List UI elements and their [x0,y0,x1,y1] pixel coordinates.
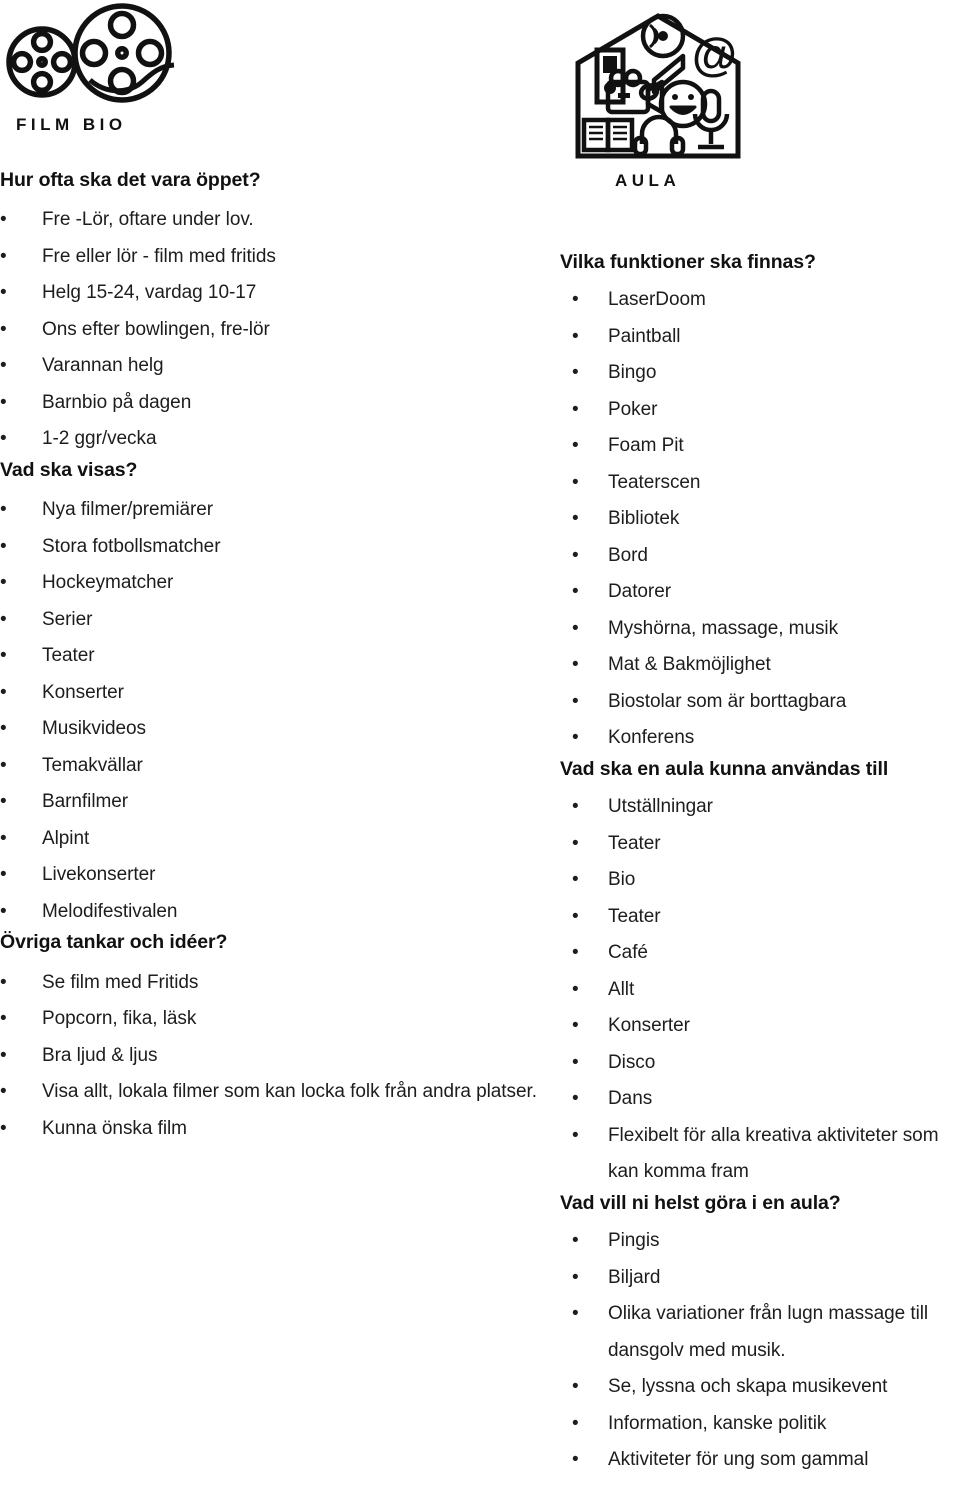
list-item: Bra ljud & ljus [0,1038,540,1075]
list-vad-ska-en-aula: Utställningar Teater Bio Teater Café All… [560,789,960,1191]
list-item: Fre eller lör - film med fritids [0,239,540,276]
list-vad-vill-ni-helst: Pingis Biljard Olika variationer från lu… [560,1223,960,1479]
left-column-content: Hur ofta ska det vara öppet? Fre -Lör, o… [0,168,540,1147]
heading-vad-ska-visas: Vad ska visas? [0,458,138,481]
film-bio-logo-caption: FILM BIO [16,115,127,134]
list-item: Bibliotek [560,501,960,538]
list-ovriga-tankar: Se film med Fritids Popcorn, fika, läsk … [0,965,540,1148]
right-column-content: Vilka funktioner ska finnas? LaserDoom P… [560,250,960,1479]
list-item: Alpint [0,821,540,858]
film-reel-icon [2,2,182,107]
list-item: Livekonserter [0,857,540,894]
list-item: Stora fotbollsmatcher [0,529,540,566]
vinyl-record-icon [640,13,686,59]
right-column: @ AULA Vilka funktioner ska finnas? • La… [560,0,960,1478]
svg-text:@: @ [692,28,737,80]
list-item: Dans [560,1081,960,1118]
list-item: Fre -Lör, oftare under lov. [0,202,540,239]
list-item: Temakvällar [0,748,540,785]
list-item: Mat & Bakmöjlighet [560,647,960,684]
list-item: Paintball [560,319,960,356]
list-item: Teater [560,899,960,936]
list-item: Popcorn, fika, läsk [0,1001,540,1038]
list-item: Datorer [560,574,960,611]
list-item: Teater [560,826,960,863]
list-item: Se, lyssna och skapa musikevent [560,1369,960,1406]
list-vilka-funktioner: LaserDoom Paintball Bingo Poker Foam Pit… [560,282,960,757]
list-item: Serier [0,602,540,639]
list-item: Konserter [560,1008,960,1045]
list-item: 1-2 ggr/vecka [0,421,540,458]
list-item: Disco [560,1045,960,1082]
heading-vilka-funktioner: Vilka funktioner ska finnas? [560,251,816,273]
list-item: Varannan helg [0,348,540,385]
list-item: Kunna önska film [0,1111,540,1148]
list-item: Konserter [0,675,540,712]
list-item: Helg 15-24, vardag 10-17 [0,275,540,312]
list-item: Bingo [560,355,960,392]
list-item: Barnfilmer [0,784,540,821]
list-item: Ons efter bowlingen, fre-lör [0,312,540,349]
list-item: Barnbio på dagen [0,385,540,422]
list-item: Allt [560,972,960,1009]
list-item: Teater [0,638,540,675]
open-book-icon [581,117,635,153]
list-item: Visa allt, lokala filmer som kan locka f… [0,1074,540,1111]
list-item: Café [560,935,960,972]
list-item: Hockeymatcher [0,565,540,602]
heading-ovriga-tankar: Övriga tankar och idéer? [0,931,228,954]
list-item: Myshörna, massage, musik [560,611,960,648]
list-item: Biljard [560,1260,960,1297]
heading-vad-ska-en-aula: Vad ska en aula kunna användas till [560,757,889,780]
list-item: Se film med Fritids [0,965,540,1002]
heading-hur-ofta: Hur ofta ska det vara öppet? [0,169,261,191]
list-item: Pingis [560,1223,960,1260]
list-item: Konferens [560,720,960,757]
list-item: Teaterscen [560,465,960,502]
list-item: Musikvideos [0,711,540,748]
list-item: Biostolar som är borttagbara [560,684,960,721]
aula-logo-caption: AULA [615,171,681,190]
list-hur-ofta: Fre -Lör, oftare under lov. Fre eller lö… [0,202,540,458]
left-column: FILM BIO Hur ofta ska det vara öppet? Fr… [0,0,540,1147]
list-item: Bio [560,862,960,899]
list-item: Flexibelt för alla kreativa aktiviteter … [560,1118,960,1191]
aula-logo-block: @ AULA [560,0,960,189]
list-item: Aktiviteter för ung som gammal [560,1442,960,1479]
list-item: Olika variationer från lugn massage till… [560,1296,960,1369]
list-item: Foam Pit [560,428,960,465]
heading-vad-vill-ni-helst: Vad vill ni helst göra i en aula? [560,1191,841,1214]
document-page: FILM BIO Hur ofta ska det vara öppet? Fr… [0,0,960,1499]
list-item: Information, kanske politik [560,1406,960,1443]
list-item: Poker [560,392,960,429]
house-media-icon: @ [570,8,755,163]
film-bio-logo-block: FILM BIO [0,0,540,160]
list-item: Nya filmer/premiärer [0,492,540,529]
list-item: Melodifestivalen [0,894,540,931]
list-item: LaserDoom [560,282,960,319]
list-vad-ska-visas: Nya filmer/premiärer Stora fotbollsmatch… [0,492,540,930]
at-symbol-icon: @ [692,28,737,80]
list-item: Utställningar [560,789,960,826]
list-item: Bord [560,538,960,575]
